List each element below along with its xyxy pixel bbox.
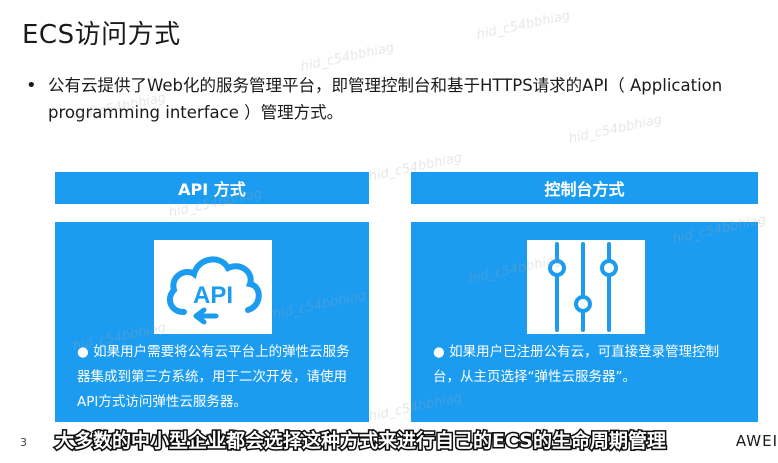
brand-logo-text: AWEI <box>735 432 778 450</box>
api-column-box: API ● 如果用户需要将公有云平台上的弹性云服务器集成到第三方系统，用于二次开… <box>55 222 369 422</box>
video-subtitle: 大多数的中小型企业都会选择这种方式来进行自己的ECS的生命周期管理 <box>54 429 668 454</box>
console-column-header: 控制台方式 <box>411 172 758 204</box>
page-number: 3 <box>20 436 27 449</box>
watermark-text: hid_c54bbhiag <box>475 8 572 43</box>
api-cloud-icon: API <box>154 240 272 334</box>
console-column-box: ● 如果用户已注册公有云，可直接登录管理控制台，从主页选择“弹性云服务器”。 <box>411 222 758 422</box>
api-column-description: ● 如果用户需要将公有云平台上的弹性云服务器集成到第三方系统，用于二次开发，请使… <box>77 344 350 410</box>
intro-bullet-text: 公有云提供了Web化的服务管理平台，即管理控制台和基于HTTPS请求的API（ … <box>48 76 723 122</box>
watermark-text: hid_c54bbhiag <box>299 40 396 75</box>
slide-title: ECS访问方式 <box>22 20 181 50</box>
console-column-description: ● 如果用户已注册公有云，可直接登录管理控制台，从主页选择“弹性云服务器”。 <box>433 344 720 385</box>
api-icon-label: API <box>193 282 233 309</box>
api-column-header: API 方式 <box>55 172 369 204</box>
intro-bullet: • 公有云提供了Web化的服务管理平台，即管理控制台和基于HTTPS请求的API… <box>26 72 776 126</box>
sliders-icon <box>527 240 645 334</box>
bullet-dot-icon: • <box>26 75 37 96</box>
